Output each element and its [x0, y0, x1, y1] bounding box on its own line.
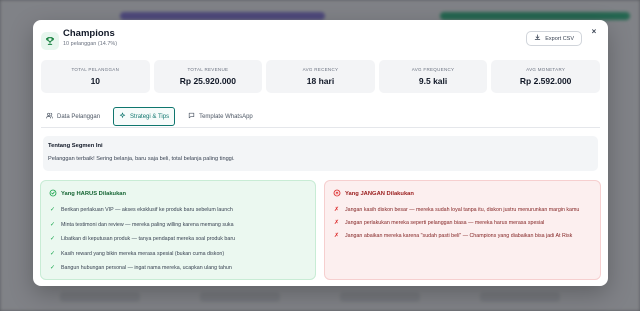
- dont-panel: Yang JANGAN Dilakukan ✗ Jangan kasih disk…: [324, 180, 601, 280]
- x-circle-icon: [333, 189, 341, 199]
- do-list: ✓ Berikan perlakuan VIP — akses eksklusif…: [49, 206, 307, 279]
- tab-strategi-tips[interactable]: Strategi & Tips: [113, 107, 176, 126]
- dont-panel-title: Yang JANGAN Dilakukan: [345, 191, 414, 197]
- list-item-text: Jangan kasih diskon besar — mereka sudah…: [345, 207, 580, 213]
- stat-value: Rp 2.592.000: [519, 76, 572, 86]
- check-icon: ✓: [49, 207, 56, 213]
- list-item-text: Berikan perlakuan VIP — akses eksklusif …: [61, 207, 233, 213]
- x-icon: ✗: [333, 233, 340, 239]
- stat-label: AVG RECENCY: [302, 67, 339, 72]
- tab-template-whatsapp[interactable]: Template WhatsApp: [183, 107, 258, 126]
- sparkle-icon: [119, 112, 126, 121]
- list-item: ✓ Minta testimoni dan review — mereka pal…: [49, 221, 307, 229]
- stat-value: 9.5 kali: [418, 76, 448, 86]
- tab-label: Data Pelanggan: [57, 113, 101, 120]
- dont-panel-header: Yang JANGAN Dilakukan: [333, 189, 414, 199]
- close-button[interactable]: ×: [588, 26, 600, 38]
- stat-value: Rp 25.920.000: [179, 76, 236, 86]
- about-title: Tentang Segmen Ini: [48, 143, 103, 149]
- tab-label: Strategi & Tips: [130, 113, 170, 120]
- stats-row: TOTAL PELANGGAN 10 TOTAL REVENUE Rp 25.9…: [41, 60, 600, 93]
- check-icon: ✓: [49, 250, 56, 257]
- stat-avg-frequency: AVG FREQUENCY 9.5 kali: [378, 60, 488, 93]
- modal-title: Champions: [63, 28, 115, 39]
- list-item-text: Minta testimoni dan review — mereka pali…: [61, 221, 234, 228]
- stat-label: TOTAL PELANGGAN: [71, 67, 120, 72]
- x-icon: ✗: [333, 220, 340, 226]
- list-item-text: Jangan perlakukan mereka seperti pelangg…: [345, 220, 545, 226]
- users-icon: [46, 112, 53, 121]
- list-item-text: Jangan abaikan mereka karena "sudah past…: [345, 233, 573, 239]
- modal-header: Champions 10 pelanggan (14.7%) Export CS…: [41, 26, 600, 58]
- stat-value: 10: [90, 76, 101, 86]
- x-icon: ✗: [333, 207, 340, 213]
- check-icon: ✓: [49, 221, 56, 228]
- stat-label: AVG MONETARY: [526, 67, 566, 72]
- stat-label: TOTAL REVENUE: [187, 67, 229, 72]
- do-panel-title: Yang HARUS Dilakukan: [61, 191, 127, 197]
- dont-list: ✗ Jangan kasih diskon besar — mereka suda…: [333, 206, 592, 245]
- list-item-text: Kasih reward yang bikin mereka merasa sp…: [61, 250, 225, 257]
- do-panel-header: Yang HARUS Dilakukan: [49, 189, 126, 199]
- check-icon: ✓: [49, 236, 56, 242]
- list-item: ✓ Bangun hubungan personal — ingat nama m…: [49, 264, 307, 272]
- list-item-text: Bangun hubungan personal — ingat nama me…: [61, 265, 232, 271]
- stat-label: AVG FREQUENCY: [411, 67, 455, 72]
- modal-subtitle: 10 pelanggan (14.7%): [63, 41, 118, 47]
- export-csv-label: Export CSV: [545, 35, 574, 42]
- tab-bar: Data Pelanggan Strategi & Tips Template …: [41, 107, 600, 126]
- export-csv-button[interactable]: Export CSV: [526, 31, 582, 46]
- about-text: Pelanggan terbaik! Sering belanja, baru …: [48, 156, 235, 162]
- trophy-icon: [41, 32, 59, 50]
- tab-data-pelanggan[interactable]: Data Pelanggan: [41, 107, 105, 126]
- list-item: ✗ Jangan abaikan mereka karena "sudah pas…: [333, 232, 592, 240]
- list-item: ✗ Jangan kasih diskon besar — mereka suda…: [333, 206, 592, 214]
- stat-total-pelanggan: TOTAL PELANGGAN 10: [41, 60, 150, 93]
- list-item: ✓ Berikan perlakuan VIP — akses eksklusif…: [49, 206, 307, 214]
- tab-divider: [41, 127, 600, 128]
- about-segment-card: Tentang Segmen Ini Pelanggan terbaik! Se…: [43, 136, 598, 171]
- check-icon: ✓: [49, 265, 56, 271]
- tab-label: Template WhatsApp: [199, 113, 253, 120]
- list-item-text: Libatkan di keputusan produk — tanya pen…: [61, 236, 236, 242]
- list-item: ✓ Kasih reward yang bikin mereka merasa s…: [49, 250, 307, 258]
- download-icon: [534, 34, 541, 43]
- segment-detail-modal: Champions 10 pelanggan (14.7%) Export CS…: [33, 20, 608, 286]
- list-item: ✓ Libatkan di keputusan produk — tanya pe…: [49, 235, 307, 243]
- stat-avg-monetary: AVG MONETARY Rp 2.592.000: [491, 60, 600, 93]
- check-circle-icon: [49, 189, 57, 199]
- stat-total-revenue: TOTAL REVENUE Rp 25.920.000: [153, 60, 263, 93]
- list-item: ✗ Jangan perlakukan mereka seperti pelang…: [333, 219, 592, 227]
- stat-value: 18 hari: [306, 76, 335, 86]
- chat-icon: [188, 112, 195, 121]
- do-panel: Yang HARUS Dilakukan ✓ Berikan perlakuan …: [40, 180, 316, 280]
- stat-avg-recency: AVG RECENCY 18 hari: [266, 60, 375, 93]
